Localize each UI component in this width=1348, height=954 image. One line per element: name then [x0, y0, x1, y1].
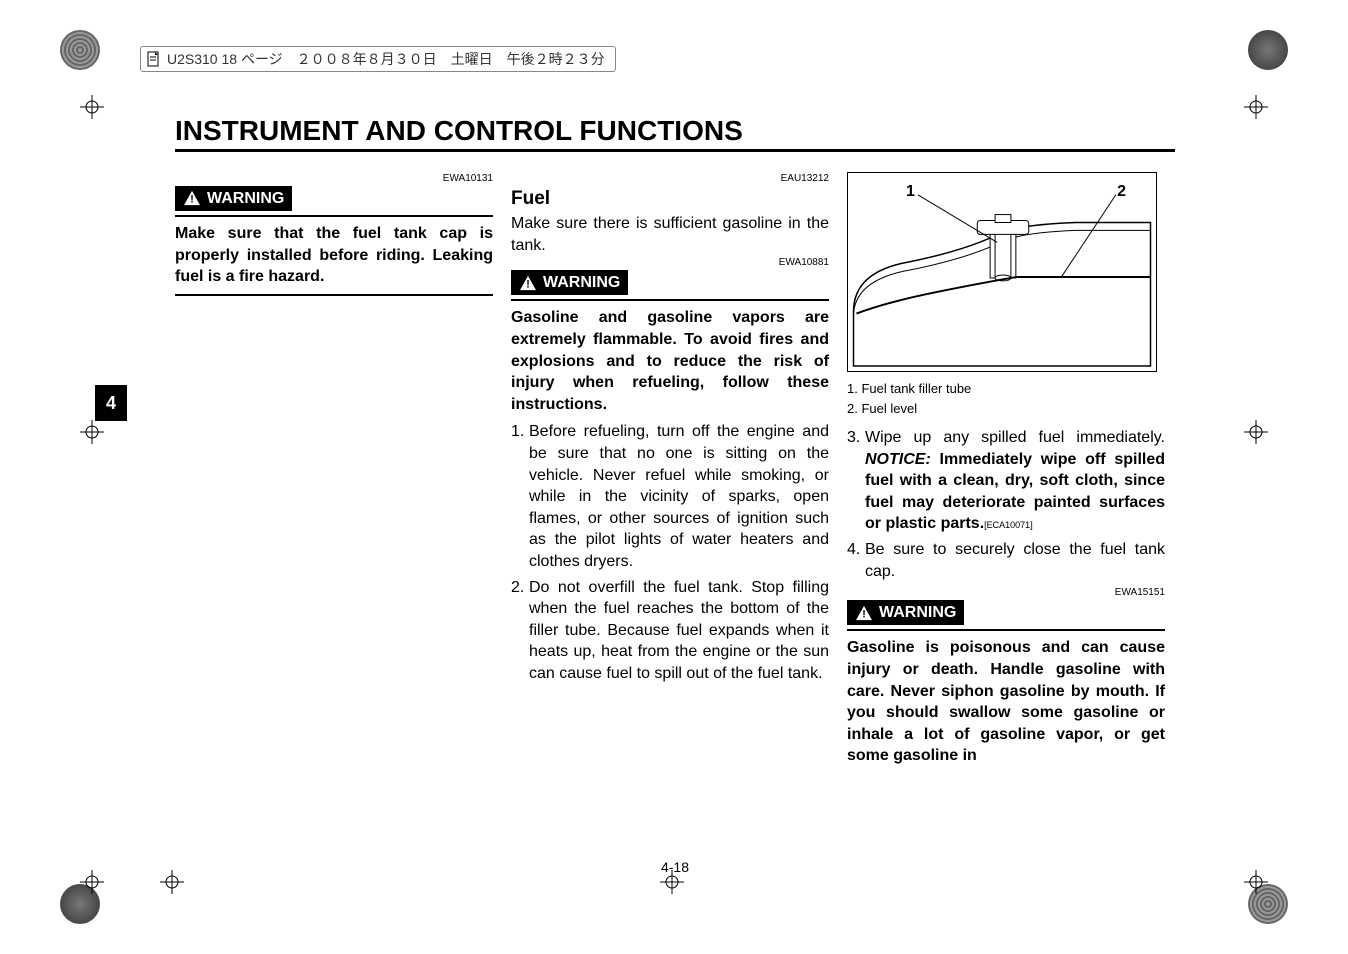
instruction-item-4: Be sure to securely close the fuel tank …: [865, 539, 1165, 582]
print-corner-decoration: [1248, 30, 1288, 70]
reference-code: EWA10131: [175, 172, 493, 186]
crop-mark-icon: [1244, 870, 1268, 894]
instruction-item-3: Wipe up any spilled fuel immediately. NO…: [865, 427, 1165, 535]
reference-code: EWA15151: [847, 586, 1165, 600]
document-metadata-text: U2S310 18 ページ ２００８年８月３０日 土曜日 午後２時２３分: [167, 49, 605, 69]
warning-triangle-icon: !: [855, 605, 873, 621]
item3-pre-text: Wipe up any spilled fuel immediately.: [865, 429, 1165, 446]
warning-text: Make sure that the fuel tank cap is prop…: [175, 223, 493, 288]
reference-code: EAU13212: [511, 172, 829, 186]
svg-text:!: !: [190, 194, 194, 206]
chapter-tab: 4: [95, 385, 127, 421]
document-metadata-bar: U2S310 18 ページ ２００８年８月３０日 土曜日 午後２時２３分: [140, 46, 616, 72]
warning-label: WARNING: [207, 188, 284, 210]
figure-callout-1: 1: [906, 181, 915, 203]
crop-mark-icon: [80, 870, 104, 894]
warning-badge: ! WARNING: [511, 270, 628, 296]
warning-badge: ! WARNING: [175, 186, 292, 212]
page-icon: [145, 50, 163, 68]
page-number: 4-18: [661, 859, 689, 875]
warning-text: Gasoline is poisonous and can cause inju…: [847, 637, 1165, 767]
crop-mark-icon: [80, 95, 104, 119]
crop-mark-icon: [1244, 95, 1268, 119]
page-title: INSTRUMENT AND CONTROL FUNCTIONS: [175, 115, 1175, 152]
warning-badge: ! WARNING: [847, 600, 964, 626]
crop-mark-icon: [1244, 420, 1268, 444]
figure-caption-2: 2. Fuel level: [847, 400, 1165, 418]
fuel-tank-diagram: 1 2: [847, 172, 1157, 372]
print-corner-decoration: [60, 30, 100, 70]
figure-caption-1: 1. Fuel tank filler tube: [847, 380, 1165, 398]
warning-label: WARNING: [879, 602, 956, 624]
instruction-item-1: Before refueling, turn off the engine an…: [529, 421, 829, 572]
figure-callout-2: 2: [1117, 181, 1126, 203]
section-heading-fuel: Fuel: [511, 186, 829, 212]
warning-text: Gasoline and gasoline vapors are extreme…: [511, 307, 829, 415]
instruction-item-2: Do not overfill the fuel tank. Stop fill…: [529, 577, 829, 685]
fuel-intro-text: Make sure there is sufficient gasoline i…: [511, 213, 829, 256]
reference-code: EWA10881: [511, 256, 829, 270]
warning-triangle-icon: !: [183, 190, 201, 206]
crop-mark-icon: [80, 420, 104, 444]
notice-label: NOTICE:: [865, 451, 931, 468]
svg-text:!: !: [862, 608, 866, 620]
svg-text:!: !: [526, 278, 530, 290]
warning-triangle-icon: !: [519, 275, 537, 291]
reference-code-inline: [ECA10071]: [984, 520, 1033, 530]
warning-label: WARNING: [543, 272, 620, 294]
